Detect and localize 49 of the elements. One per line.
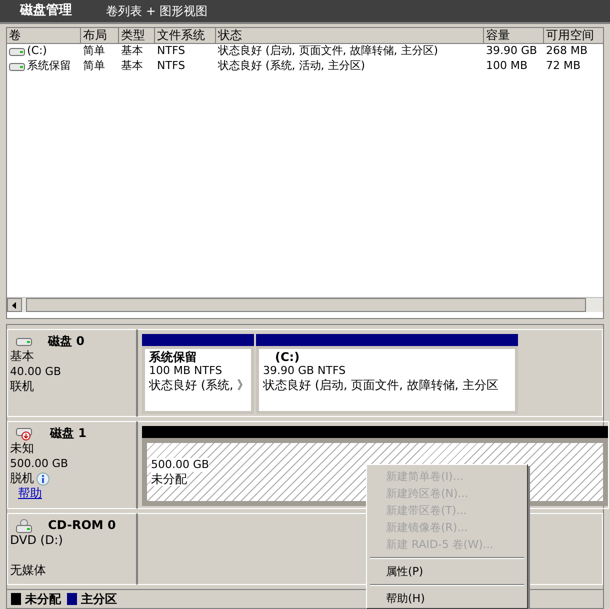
scroll-left-button[interactable] bbox=[7, 298, 22, 312]
table-cell-text: 72 MB bbox=[546, 58, 581, 74]
partition-name: (C:) bbox=[274, 350, 301, 364]
partition-name: 系统保留 bbox=[149, 350, 198, 364]
disk-status: 无媒体 bbox=[10, 563, 46, 578]
view-label: 卷列表 + 图形视图 bbox=[106, 3, 208, 20]
legend-label: 主分区 bbox=[81, 590, 117, 608]
disk-type: 基本 bbox=[10, 349, 35, 364]
table-cell-text: 39.90 GB bbox=[486, 43, 538, 60]
table-cell-text: NTFS bbox=[157, 43, 186, 60]
table-cell-text: 系统保留 bbox=[27, 58, 71, 74]
column-header[interactable]: 布局 bbox=[81, 28, 119, 44]
column-header[interactable]: 文件系统 bbox=[155, 28, 216, 44]
partition-status: 状态良好 (启动, 页面文件, 故障转储, 主分区 bbox=[263, 378, 498, 392]
disk-type: 未知 bbox=[10, 441, 35, 456]
disk-status: 联机 bbox=[10, 379, 34, 394]
disk-size: 40.00 GB bbox=[10, 364, 62, 379]
help-link[interactable]: 帮助 bbox=[18, 486, 42, 501]
disk-size: 500.00 GB bbox=[10, 456, 70, 471]
info-icon bbox=[36, 472, 50, 486]
table-cell-text: NTFS bbox=[157, 58, 186, 74]
column-header[interactable]: 可用空间 bbox=[544, 28, 603, 44]
disk-type: DVD (D:) bbox=[10, 533, 64, 548]
table-cell-text: 简单 bbox=[83, 58, 105, 74]
disk-name: CD-ROM 0 bbox=[48, 518, 116, 533]
column-header[interactable]: 容量 bbox=[484, 28, 544, 44]
partition-size: 500.00 GB bbox=[151, 458, 210, 472]
disk-name: 磁盘 1 bbox=[50, 426, 87, 441]
disk-error-icon bbox=[16, 426, 34, 440]
arrow-left-icon bbox=[12, 302, 17, 308]
disk-status: 脱机 bbox=[10, 471, 34, 486]
partition-status: 未分配 bbox=[151, 472, 187, 486]
legend-label: 未分配 bbox=[25, 590, 61, 608]
table-cell-text: 基本 bbox=[121, 43, 143, 60]
column-header[interactable]: 类型 bbox=[119, 28, 155, 44]
column-header[interactable]: 卷 bbox=[7, 28, 81, 44]
menu-item[interactable]: 属性(P) bbox=[370, 563, 524, 580]
table-cell-text: 268 MB bbox=[546, 43, 588, 60]
table-cell-text: 100 MB bbox=[486, 58, 528, 74]
table-cell-text: (C:) bbox=[27, 43, 47, 60]
table-cell-text: 状态良好 (系统, 活动, 主分区) bbox=[218, 58, 366, 74]
table-cell-text: 简单 bbox=[83, 43, 105, 60]
table-cell-text: 基本 bbox=[121, 58, 143, 74]
column-header[interactable]: 状态 bbox=[216, 28, 484, 44]
table-cell-text: 状态良好 (启动, 页面文件, 故障转储, 主分区) bbox=[218, 43, 438, 60]
cd-drive-icon bbox=[16, 518, 32, 532]
menu-item[interactable]: 帮助(H) bbox=[370, 590, 524, 607]
disk-name: 磁盘 0 bbox=[48, 334, 85, 349]
window-title: 磁盘管理 bbox=[20, 2, 73, 20]
